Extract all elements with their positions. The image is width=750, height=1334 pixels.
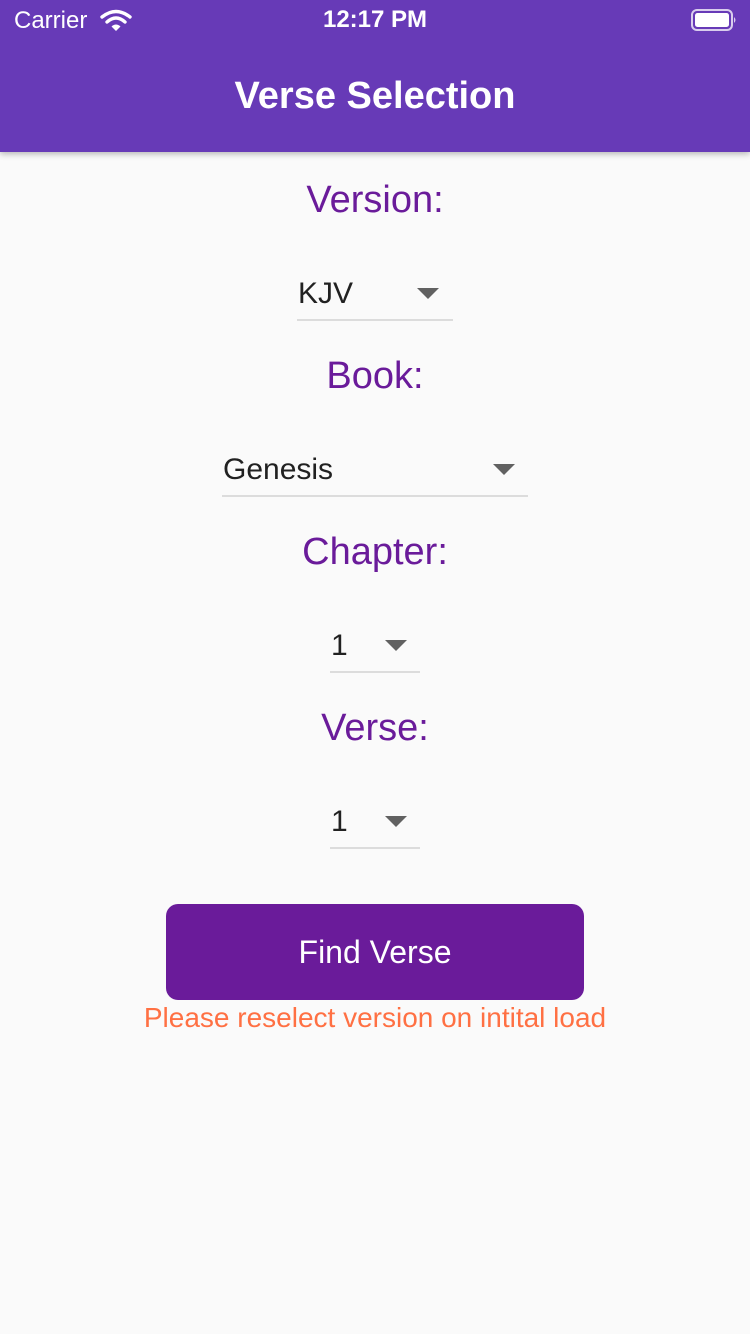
hint-text: Please reselect version on intital load (143, 1002, 607, 1033)
status-time: 12:17 PM (322, 6, 428, 33)
chevron-down-icon (417, 288, 439, 299)
chevron-down-icon (493, 464, 515, 475)
book-dropdown-value: Genesis (223, 453, 334, 486)
version-dropdown[interactable]: KJV (297, 262, 453, 321)
chevron-down-icon (385, 816, 407, 827)
battery-icon (691, 9, 736, 31)
book-dropdown[interactable]: Genesis (222, 438, 528, 497)
chapter-label: Chapter: (302, 531, 448, 573)
verse-dropdown-value: 1 (331, 805, 348, 838)
page-title: Verse Selection (234, 75, 516, 117)
version-label: Version: (306, 179, 444, 221)
chapter-dropdown[interactable]: 1 (330, 614, 420, 673)
chapter-dropdown-value: 1 (331, 629, 348, 662)
verse-label: Verse: (321, 707, 429, 749)
book-label: Book: (326, 355, 424, 397)
status-bar: Carrier 12:17 PM (0, 0, 750, 40)
find-verse-button[interactable]: Find Verse (166, 904, 584, 1000)
chevron-down-icon (385, 640, 407, 651)
version-dropdown-value: KJV (298, 277, 354, 310)
app-bar: Carrier 12:17 PM Verse Selection (0, 0, 750, 152)
verse-dropdown[interactable]: 1 (330, 790, 420, 849)
